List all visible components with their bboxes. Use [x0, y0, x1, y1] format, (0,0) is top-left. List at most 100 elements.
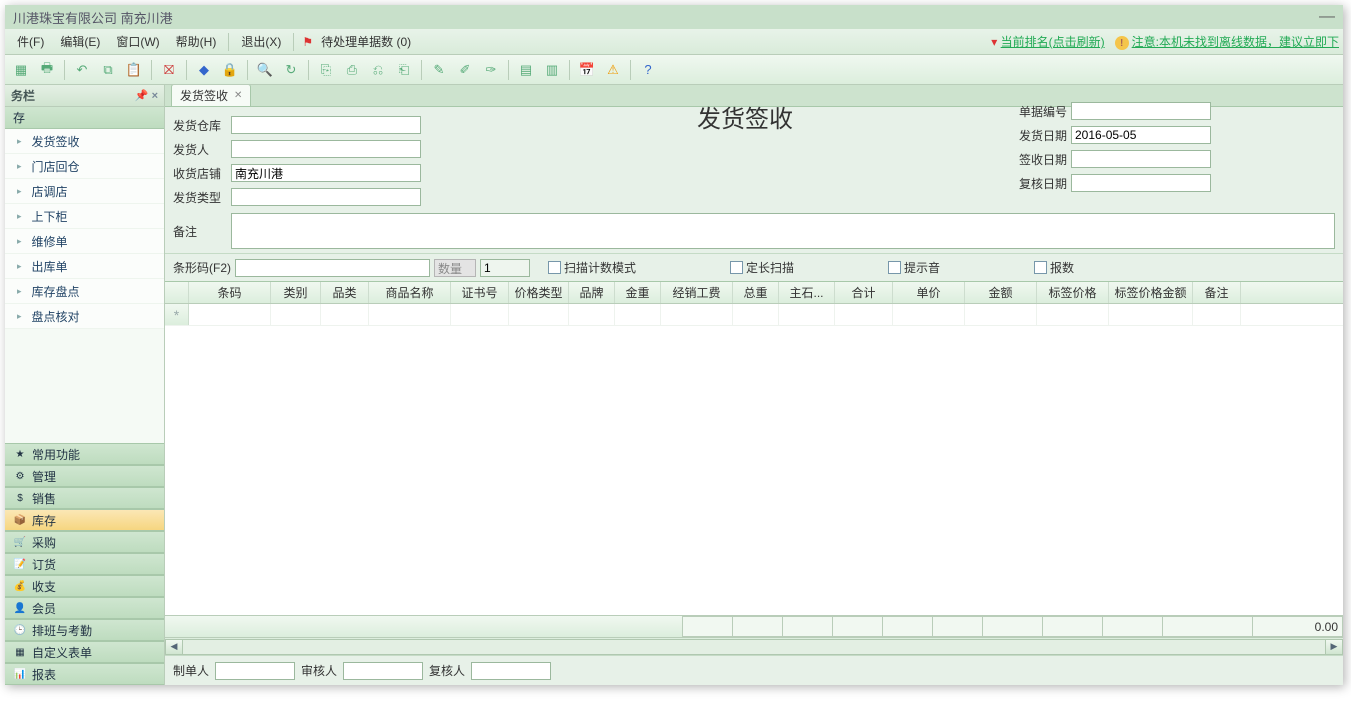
grid-new-row[interactable]: * — [165, 304, 1343, 326]
sidebar-item-diandiao[interactable]: 店调店 — [5, 179, 164, 204]
col-tag_amount[interactable]: 标签价格金额 — [1109, 282, 1193, 303]
auditor-input[interactable] — [343, 662, 423, 680]
tool-export1[interactable]: ⎘ — [314, 58, 338, 82]
tab-fahuo[interactable]: 发货签收 ✕ — [171, 85, 251, 106]
barcode-input[interactable] — [235, 259, 430, 277]
tool-edit1[interactable]: ✎ — [427, 58, 451, 82]
tool-print[interactable]: 🖶 — [35, 58, 59, 82]
col-kind[interactable]: 品类 — [321, 282, 369, 303]
grid-body[interactable]: * — [165, 304, 1343, 615]
tool-undo[interactable]: ↶ — [70, 58, 94, 82]
tool-export2[interactable]: ⎙ — [340, 58, 364, 82]
rank-link[interactable]: ▾ 当前排名(点击刷新) — [991, 33, 1104, 50]
tool-help[interactable]: ? — [636, 58, 660, 82]
tool-refresh[interactable]: ↻ — [279, 58, 303, 82]
maker-input[interactable] — [215, 662, 295, 680]
col-cat[interactable]: 类别 — [271, 282, 321, 303]
col-main_stone[interactable]: 主石... — [779, 282, 835, 303]
tool-new[interactable]: ▦ — [9, 58, 33, 82]
col-remark[interactable]: 备注 — [1193, 282, 1241, 303]
cell-tag_price[interactable] — [1037, 304, 1109, 325]
scan-mode-check[interactable]: 扫描计数模式 — [548, 259, 636, 276]
tool-cal[interactable]: 📅 — [575, 58, 599, 82]
group-xiaoshou[interactable]: $销售 — [5, 487, 164, 509]
warehouse-input[interactable] — [231, 116, 421, 134]
senddate-input[interactable] — [1071, 126, 1211, 144]
tool-find[interactable]: 🔍 — [253, 58, 277, 82]
tool-left[interactable]: ◆ — [192, 58, 216, 82]
tool-lock[interactable]: 🔒 — [218, 58, 242, 82]
menu-exit[interactable]: 退出(X) — [233, 31, 289, 52]
beep-check[interactable]: 提示音 — [888, 259, 940, 276]
menu-help[interactable]: 帮助(H) — [168, 31, 225, 52]
cell-name[interactable] — [369, 304, 451, 325]
tool-paste[interactable]: 📋 — [122, 58, 146, 82]
col-cert[interactable]: 证书号 — [451, 282, 509, 303]
col-unit[interactable]: 单价 — [893, 282, 965, 303]
signdate-input[interactable] — [1071, 150, 1211, 168]
cell-remark[interactable] — [1193, 304, 1241, 325]
group-changyong[interactable]: ★常用功能 — [5, 443, 164, 465]
tool-copy[interactable]: ⧉ — [96, 58, 120, 82]
col-brand[interactable]: 品牌 — [569, 282, 615, 303]
group-kucun[interactable]: 📦库存 — [5, 509, 164, 531]
cell-unit[interactable] — [893, 304, 965, 325]
sidebar-item-fahuo[interactable]: 发货签收 — [5, 129, 164, 154]
sidebar-item-huicang[interactable]: 门店回仓 — [5, 154, 164, 179]
checkdate-input[interactable] — [1071, 174, 1211, 192]
group-paiban[interactable]: 🕒排班与考勤 — [5, 619, 164, 641]
pin-icon[interactable]: 📌 × — [135, 89, 158, 102]
group-dinghuo[interactable]: 📝订货 — [5, 553, 164, 575]
cell-sum[interactable] — [835, 304, 893, 325]
cell-brand[interactable] — [569, 304, 615, 325]
minimize-icon[interactable]: — — [1319, 8, 1335, 26]
tool-export3[interactable]: ⎌ — [366, 58, 390, 82]
tool-edit3[interactable]: ✑ — [479, 58, 503, 82]
menu-edit[interactable]: 编辑(E) — [52, 31, 108, 52]
scroll-right-icon[interactable]: ▶ — [1325, 639, 1343, 655]
cell-tag_amount[interactable] — [1109, 304, 1193, 325]
tool-edit2[interactable]: ✐ — [453, 58, 477, 82]
col-barcode[interactable]: 条码 — [189, 282, 271, 303]
cell-amount[interactable] — [965, 304, 1037, 325]
col-fee[interactable]: 经销工费 — [661, 282, 733, 303]
group-baobiao[interactable]: 📊报表 — [5, 663, 164, 685]
report-check[interactable]: 报数 — [1034, 259, 1074, 276]
offline-warning[interactable]: !注意:本机未找到离线数据，建议立即下 — [1115, 33, 1339, 51]
cell-kind[interactable] — [321, 304, 369, 325]
group-guanli[interactable]: ⚙管理 — [5, 465, 164, 487]
col-gold[interactable]: 金重 — [615, 282, 661, 303]
cell-fee[interactable] — [661, 304, 733, 325]
sender-input[interactable] — [231, 140, 421, 158]
sidebar-item-weixiu[interactable]: 维修单 — [5, 229, 164, 254]
group-caigou[interactable]: 🛒采购 — [5, 531, 164, 553]
docno-input[interactable] — [1071, 102, 1211, 120]
menu-file[interactable]: 件(F) — [9, 31, 52, 52]
tab-close-icon[interactable]: ✕ — [234, 90, 242, 101]
col-pricetype[interactable]: 价格类型 — [509, 282, 569, 303]
remark-input[interactable] — [231, 213, 1335, 249]
cell-barcode[interactable] — [189, 304, 271, 325]
sidebar-item-pandian[interactable]: 库存盘点 — [5, 279, 164, 304]
col-total_w[interactable]: 总重 — [733, 282, 779, 303]
menu-window[interactable]: 窗口(W) — [108, 31, 167, 52]
tool-export4[interactable]: ⎗ — [392, 58, 416, 82]
group-inventory-top[interactable]: 存 — [5, 107, 164, 129]
col-tag_price[interactable]: 标签价格 — [1037, 282, 1109, 303]
sidebar-item-hedui[interactable]: 盘点核对 — [5, 304, 164, 329]
cell-total_w[interactable] — [733, 304, 779, 325]
cell-main_stone[interactable] — [779, 304, 835, 325]
group-zidingyi[interactable]: ▦自定义表单 — [5, 641, 164, 663]
col-sum[interactable]: 合计 — [835, 282, 893, 303]
cell-cat[interactable] — [271, 304, 321, 325]
col-amount[interactable]: 金额 — [965, 282, 1037, 303]
tool-doc2[interactable]: ▥ — [540, 58, 564, 82]
sidebar-item-shangxia[interactable]: 上下柜 — [5, 204, 164, 229]
menu-pending[interactable]: 待处理单据数 (0) — [313, 31, 419, 52]
type-input[interactable] — [231, 188, 421, 206]
tool-doc1[interactable]: ▤ — [514, 58, 538, 82]
h-scrollbar[interactable]: ◀ ▶ — [165, 637, 1343, 655]
tool-cancel[interactable]: ⛝ — [157, 58, 181, 82]
tool-warn[interactable]: ⚠ — [601, 58, 625, 82]
cell-pricetype[interactable] — [509, 304, 569, 325]
